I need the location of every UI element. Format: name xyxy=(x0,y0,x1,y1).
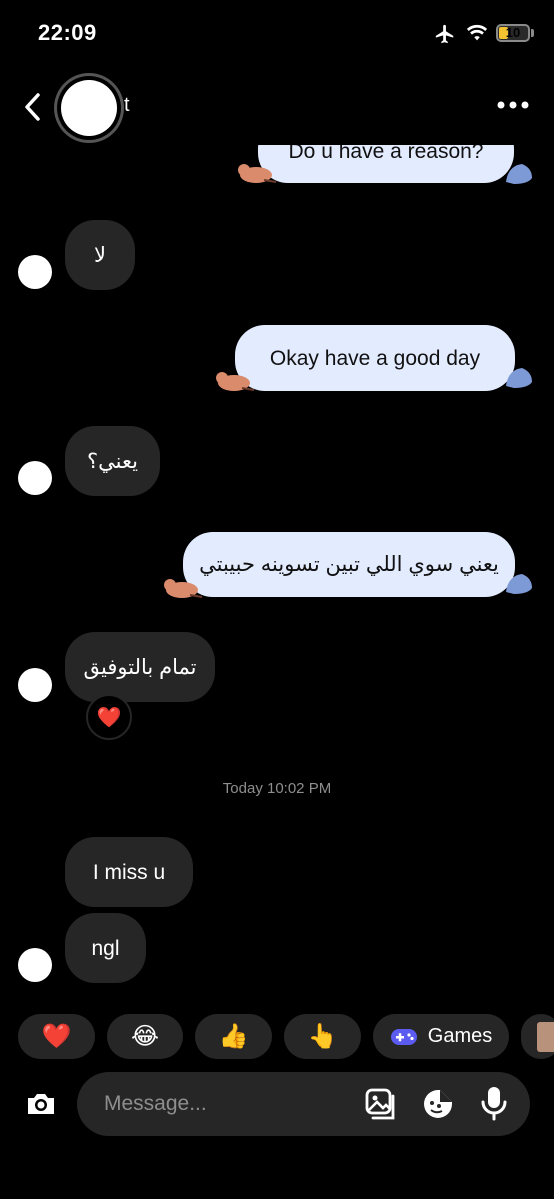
sticker-decoration-icon xyxy=(216,372,255,391)
message-text: Do u have a reason? xyxy=(288,145,484,163)
battery-level: 10 xyxy=(505,25,521,40)
sticker-icon[interactable] xyxy=(421,1087,455,1121)
wifi-icon xyxy=(466,24,488,41)
message-text: ngl xyxy=(91,936,120,960)
gamepad-icon xyxy=(390,1028,417,1045)
sender-avatar[interactable] xyxy=(18,668,52,702)
message-input[interactable] xyxy=(104,1090,344,1118)
message-text: لا xyxy=(94,243,106,267)
sender-avatar[interactable] xyxy=(18,255,52,289)
status-time: 22:09 xyxy=(38,20,97,45)
message-text: يعني سوي اللي تبين تسوينه حبيبتي xyxy=(199,553,499,576)
airplane-mode-icon xyxy=(435,24,454,44)
quick-reaction-heart[interactable]: ❤️ xyxy=(18,1014,95,1059)
more-options-icon[interactable] xyxy=(496,98,530,112)
camera-button[interactable] xyxy=(24,1087,58,1121)
message-bubble-incoming[interactable]: ngl xyxy=(65,913,146,983)
camera-icon xyxy=(28,1094,54,1114)
heart-emoji: ❤️ xyxy=(41,1023,72,1050)
quick-reaction-thumbs-up[interactable]: 👍 xyxy=(195,1014,272,1059)
sticker-decoration-icon xyxy=(506,368,532,388)
message-bubble-outgoing[interactable]: يعني سوي اللي تبين تسوينه حبيبتي xyxy=(183,532,515,597)
sticker-decoration-icon xyxy=(506,164,532,184)
thumbs-up-emoji: 👍 xyxy=(218,1023,249,1050)
quick-reaction-laugh[interactable]: 😂 xyxy=(107,1014,183,1059)
message-bubble-incoming[interactable]: يعني؟ xyxy=(65,426,160,496)
games-label: Games xyxy=(427,1025,493,1047)
sticker-decoration-icon xyxy=(506,574,532,594)
message-text: Okay have a good day xyxy=(269,346,481,370)
quick-reaction-more[interactable] xyxy=(521,1014,554,1059)
message-bubble-incoming[interactable]: لا xyxy=(65,220,135,290)
contact-avatar[interactable] xyxy=(61,80,117,136)
laughing-emoji: 😂 xyxy=(130,1023,160,1050)
message-text: يعني؟ xyxy=(87,449,138,473)
point-up-emoji: 👆 xyxy=(307,1023,338,1050)
microphone-icon[interactable] xyxy=(480,1085,508,1121)
battery-tip xyxy=(531,29,534,37)
message-text: I miss u xyxy=(92,860,166,884)
reaction-emoji: ❤️ xyxy=(96,706,122,729)
back-icon[interactable] xyxy=(22,92,44,122)
contact-name[interactable]: t xyxy=(124,94,130,117)
games-button[interactable]: Games xyxy=(373,1014,509,1059)
chat-timestamp: Today 10:02 PM xyxy=(222,780,332,797)
quick-reaction-point-up[interactable]: 👆 xyxy=(284,1014,361,1059)
gallery-icon[interactable] xyxy=(364,1087,398,1121)
message-reaction[interactable]: ❤️ xyxy=(86,694,132,740)
sticker-decoration-icon xyxy=(238,164,277,183)
message-bubble-outgoing[interactable]: Okay have a good day xyxy=(235,325,515,391)
message-text: تمام بالتوفيق xyxy=(83,655,197,679)
sticker-thumbnail xyxy=(537,1021,554,1052)
sticker-decoration-icon xyxy=(164,579,203,598)
sender-avatar[interactable] xyxy=(18,461,52,495)
message-bubble-incoming[interactable]: تمام بالتوفيق xyxy=(65,632,215,702)
message-bubble-incoming[interactable]: I miss u xyxy=(65,837,193,907)
message-bubble-outgoing[interactable]: Do u have a reason? xyxy=(258,145,514,183)
battery-icon: 10 xyxy=(496,24,530,42)
sender-avatar[interactable] xyxy=(18,948,52,982)
